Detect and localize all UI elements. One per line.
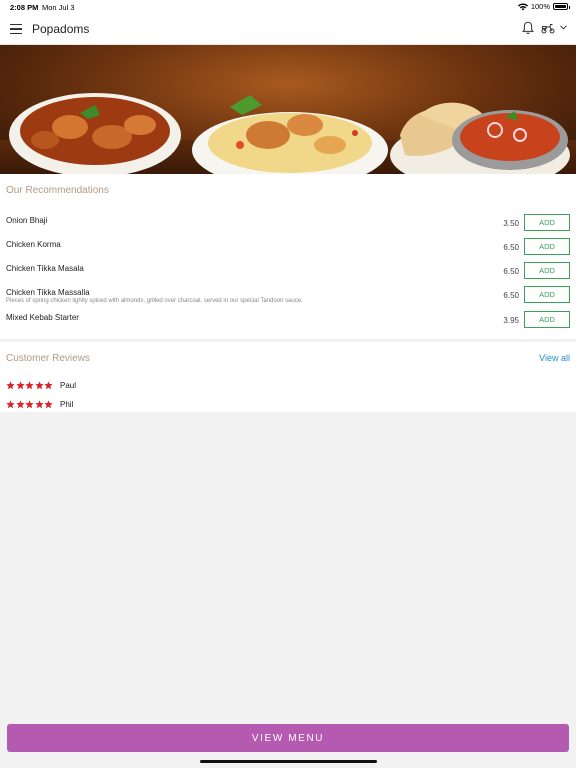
star-icon <box>15 399 25 408</box>
menu-item: Chicken Tikka Massalla Pieces of spring … <box>0 286 576 310</box>
reviewer-name: Phil <box>60 399 74 409</box>
star-rating <box>6 380 53 390</box>
add-button[interactable]: ADD <box>524 214 570 231</box>
scooter-icon[interactable] <box>541 23 555 34</box>
star-icon <box>6 399 15 408</box>
menu-item: Chicken Korma 6.50 ADD <box>0 238 576 262</box>
item-description: Pieces of spring chicken lightly spiced … <box>6 298 303 304</box>
add-button[interactable]: ADD <box>524 286 570 303</box>
item-name: Chicken Tikka Masala <box>6 264 84 273</box>
menu-item: Mixed Kebab Starter 3.95 ADD <box>0 311 576 335</box>
reviews-title: Customer Reviews <box>6 353 90 364</box>
bell-icon[interactable] <box>522 21 534 35</box>
star-icon <box>34 399 44 408</box>
item-price: 3.50 <box>503 219 519 228</box>
page-title: Popadoms <box>32 22 90 36</box>
star-icon <box>34 380 44 389</box>
status-right: 100% <box>517 2 570 11</box>
item-price: 6.50 <box>503 267 519 276</box>
wifi-icon <box>517 2 528 10</box>
app-header: Popadoms <box>0 14 576 45</box>
home-indicator <box>200 760 377 763</box>
status-bar: 2:08 PM Mon Jul 3 100% <box>0 0 576 14</box>
chevron-down-icon[interactable] <box>560 25 567 30</box>
menu-icon[interactable] <box>10 24 22 34</box>
add-button[interactable]: ADD <box>524 311 570 328</box>
menu-item: Chicken Tikka Masala 6.50 ADD <box>0 262 576 286</box>
item-name: Mixed Kebab Starter <box>6 313 79 322</box>
star-icon <box>44 380 53 389</box>
star-icon <box>6 380 15 389</box>
item-price: 6.50 <box>503 291 519 300</box>
recommendations-section: Our Recommendations Onion Bhaji 3.50 ADD… <box>0 174 576 339</box>
battery-percent: 100% <box>530 2 550 11</box>
menu-item: Onion Bhaji 3.50 ADD <box>0 214 576 238</box>
item-name: Onion Bhaji <box>6 216 48 225</box>
hero-banner <box>0 45 576 174</box>
hero-food-image <box>9 93 570 174</box>
item-price: 3.95 <box>503 316 519 325</box>
view-all-link[interactable]: View all <box>539 353 570 363</box>
status-time: 2:08 PM <box>10 3 39 12</box>
star-icon <box>25 380 34 389</box>
recommendations-title: Our Recommendations <box>6 185 109 196</box>
reviewer-name: Paul <box>60 380 77 390</box>
item-name: Chicken Korma <box>6 240 61 249</box>
reviews-section: Customer Reviews View all Paul Phil <box>0 342 576 412</box>
battery-icon <box>553 3 570 10</box>
status-date: Mon Jul 3 <box>42 3 75 12</box>
review-item[interactable]: Phil <box>6 398 73 410</box>
item-name: Chicken Tikka Massalla <box>6 288 90 297</box>
review-item[interactable]: Paul <box>6 379 76 391</box>
star-rating <box>6 399 53 409</box>
star-icon <box>15 380 25 389</box>
item-price: 6.50 <box>503 243 519 252</box>
view-menu-button[interactable]: VIEW MENU <box>7 724 569 752</box>
star-icon <box>44 399 53 408</box>
add-button[interactable]: ADD <box>524 238 570 255</box>
add-button[interactable]: ADD <box>524 262 570 279</box>
star-icon <box>25 399 34 408</box>
